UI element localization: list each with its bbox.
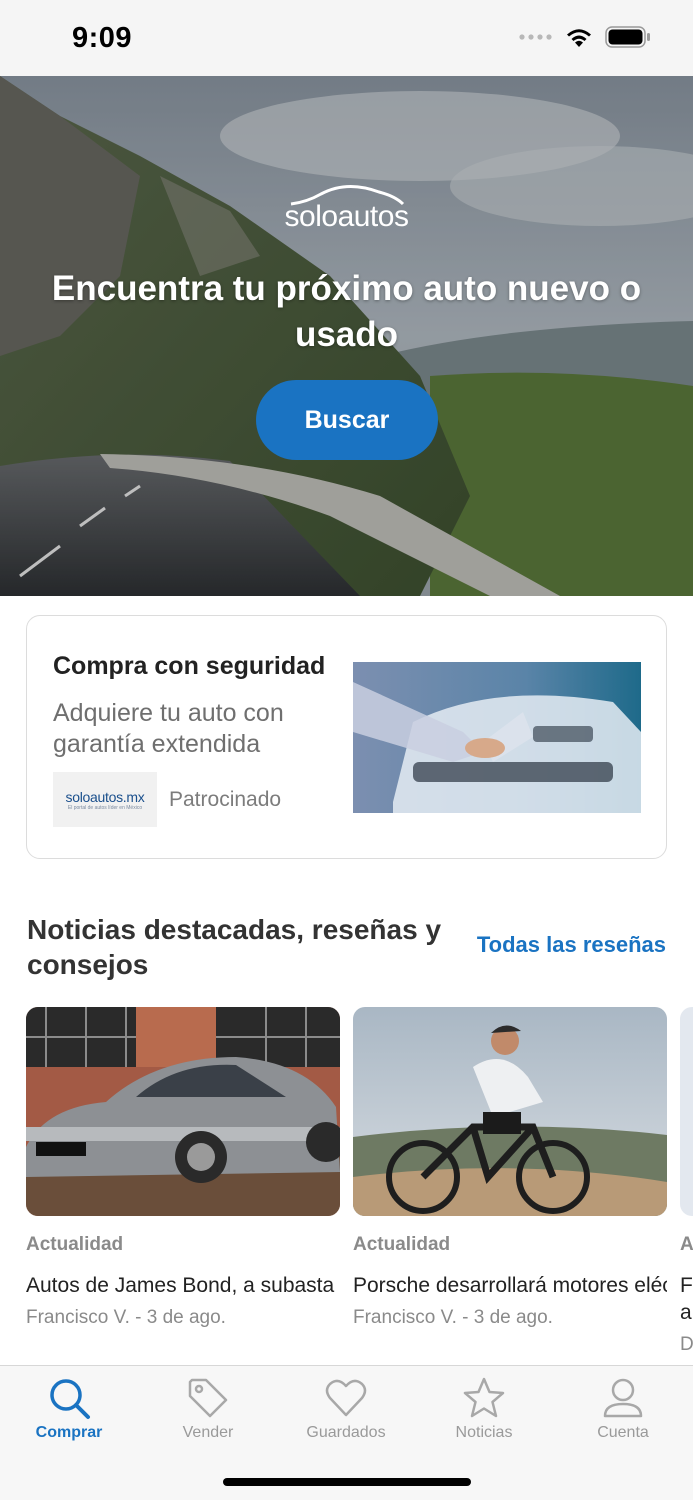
tag-icon bbox=[188, 1378, 228, 1418]
tab-vender[interactable]: Vender bbox=[148, 1376, 268, 1442]
news-title: F a bbox=[680, 1274, 693, 1324]
news-title: Porsche desarrollará motores eléctricos … bbox=[353, 1274, 667, 1297]
hero-banner: soloautos Encuentra tu próximo auto nuev… bbox=[0, 76, 693, 596]
search-icon bbox=[50, 1379, 90, 1419]
news-meta: D bbox=[680, 1334, 693, 1355]
star-icon bbox=[463, 1377, 505, 1418]
home-indicator[interactable] bbox=[223, 1478, 471, 1486]
tab-label: Noticias bbox=[455, 1424, 513, 1441]
news-meta: Francisco V. - 3 de ago. bbox=[26, 1307, 226, 1328]
battery-icon bbox=[605, 26, 650, 48]
promo-description: Adquiere tu auto con garantía extendida bbox=[53, 699, 284, 758]
soloautos-logo: soloautos bbox=[0, 184, 693, 234]
news-image bbox=[680, 1007, 693, 1216]
news-card[interactable]: Actualidad Autos de James Bond, a subast… bbox=[26, 1007, 340, 1329]
promo-card[interactable]: Compra con seguridad Adquiere tu auto co… bbox=[26, 615, 667, 859]
promo-image bbox=[353, 662, 641, 813]
status-icons bbox=[519, 26, 651, 48]
status-time: 9:09 bbox=[72, 22, 133, 54]
logo-text: soloautos bbox=[284, 200, 409, 233]
news-title: Autos de James Bond, a subasta con eleme… bbox=[26, 1274, 340, 1297]
news-section-heading: Noticias destacadas, reseñas y consejos bbox=[27, 914, 442, 980]
tab-label: Vender bbox=[182, 1424, 234, 1441]
tab-label: Guardados bbox=[306, 1424, 386, 1441]
tab-guardados[interactable]: Guardados bbox=[286, 1376, 406, 1442]
brand-logo-tagline: El portal de autos líder en México bbox=[67, 804, 143, 811]
wifi-icon bbox=[567, 29, 591, 47]
tab-noticias[interactable]: Noticias bbox=[424, 1376, 544, 1442]
all-reviews-link[interactable]: Todas las reseñas bbox=[477, 932, 666, 958]
promo-title: Compra con seguridad bbox=[53, 652, 326, 680]
handshake-car-image bbox=[353, 662, 641, 813]
news-meta: Francisco V. - 3 de ago. bbox=[353, 1307, 553, 1328]
tab-cuenta[interactable]: Cuenta bbox=[563, 1376, 683, 1442]
news-card[interactable]: Actualidad Porsche desarrollará motores … bbox=[353, 1007, 667, 1329]
news-card-partial[interactable]: A F a D bbox=[680, 1007, 693, 1356]
brand-logo-text: soloautos.mx bbox=[65, 788, 145, 805]
news-category: Actualidad bbox=[353, 1234, 451, 1255]
news-category: Actualidad bbox=[26, 1234, 124, 1255]
hero-title: Encuentra tu próximo auto nuevo o usado bbox=[51, 269, 642, 354]
news-image-ebike bbox=[353, 1007, 667, 1216]
promo-brand-logo: soloautos.mx El portal de autos líder en… bbox=[53, 772, 157, 827]
user-icon bbox=[603, 1378, 643, 1418]
search-button[interactable]: Buscar bbox=[256, 380, 438, 460]
sponsored-label: Patrocinado bbox=[169, 788, 282, 811]
signal-icon bbox=[519, 34, 552, 40]
news-category: A bbox=[680, 1234, 693, 1255]
tab-label: Comprar bbox=[35, 1424, 103, 1441]
tab-comprar[interactable]: Comprar bbox=[9, 1376, 129, 1442]
news-image-bond-car bbox=[26, 1007, 340, 1216]
status-bar: 9:09 bbox=[0, 0, 693, 76]
tab-label: Cuenta bbox=[597, 1424, 649, 1441]
heart-icon bbox=[325, 1379, 367, 1417]
